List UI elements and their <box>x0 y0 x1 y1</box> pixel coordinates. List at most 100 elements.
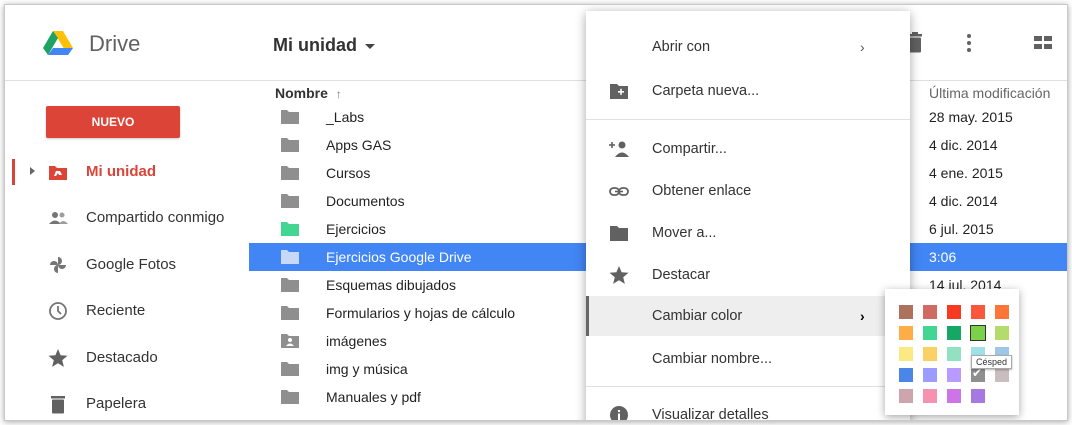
sidebar-item-label: Papelera <box>86 395 147 412</box>
link-icon <box>609 187 629 196</box>
menu-item-obtener-enlace[interactable]: Obtener enlace <box>586 171 910 211</box>
drive-logo-icon[interactable] <box>43 31 73 55</box>
people-icon <box>49 212 68 224</box>
file-name: Cursos <box>326 165 371 181</box>
folder-icon <box>610 226 628 241</box>
menu-item-label: Obtener enlace <box>652 183 752 199</box>
color-swatch[interactable] <box>899 326 913 340</box>
color-swatch[interactable] <box>923 326 937 340</box>
menu-item-mover[interactable]: Mover a... <box>586 213 910 253</box>
menu-item-carpeta-nueva[interactable]: Carpeta nueva... <box>586 71 910 111</box>
folder-icon <box>281 194 299 208</box>
color-swatch[interactable] <box>947 368 961 382</box>
menu-item-label: Mover a... <box>652 225 717 241</box>
color-swatch[interactable] <box>971 389 985 403</box>
color-swatch[interactable] <box>899 305 913 319</box>
color-swatch[interactable] <box>947 389 961 403</box>
add-person-icon <box>609 141 629 157</box>
sidebar-item-label: Google Fotos <box>86 256 177 273</box>
menu-item-label: Cambiar color <box>652 308 743 324</box>
menu-item-label: Destacar <box>652 267 711 283</box>
color-swatch[interactable] <box>899 368 913 382</box>
sidebar-item-label: Compartido conmigo <box>86 209 225 226</box>
drive-folder-icon <box>49 166 67 180</box>
file-name: _Labs <box>326 109 365 125</box>
sidebar-item-mi-unidad[interactable]: Mi unidad <box>5 153 245 189</box>
context-menu: Abrir con › Carpeta nueva... Compartir..… <box>586 11 910 421</box>
drive-window: Drive Mi unidad NUEVO Mi unidad Comparti… <box>4 4 1068 421</box>
file-name: Formularios y hojas de cálculo <box>326 305 516 321</box>
menu-item-compartir[interactable]: Compartir... <box>586 129 910 169</box>
color-swatch[interactable] <box>947 347 961 361</box>
image-folder-icon <box>281 334 299 348</box>
color-swatch[interactable] <box>995 326 1009 340</box>
grid-view-icon[interactable] <box>1029 29 1057 57</box>
color-swatch[interactable] <box>995 305 1009 319</box>
file-name: Manuales y pdf <box>326 389 421 405</box>
brand-name: Drive <box>89 31 141 56</box>
color-swatch[interactable] <box>947 305 961 319</box>
color-swatch[interactable] <box>899 347 913 361</box>
menu-item-label: Abrir con <box>652 39 711 55</box>
new-button[interactable]: NUEVO <box>46 106 180 138</box>
file-name: img y música <box>326 361 408 377</box>
expand-arrow-icon[interactable] <box>30 167 35 175</box>
folder-icon <box>281 306 299 320</box>
active-indicator <box>12 159 15 185</box>
clock-icon <box>49 302 67 320</box>
color-tooltip: Césped <box>971 355 1013 369</box>
color-swatch[interactable] <box>899 389 913 403</box>
submenu-arrow-icon: › <box>860 39 865 55</box>
new-folder-icon <box>610 84 628 99</box>
trash-icon <box>51 396 65 414</box>
color-swatch[interactable] <box>923 305 937 319</box>
sidebar-item-label: Reciente <box>86 302 146 319</box>
folder-icon <box>281 166 299 180</box>
file-date: 6 jul. 2015 <box>929 221 994 237</box>
menu-item-visualizar-detalles[interactable]: Visualizar detalles <box>586 395 910 421</box>
sidebar-item-compartido[interactable]: Compartido conmigo <box>5 199 245 235</box>
submenu-arrow-icon: › <box>860 308 865 324</box>
color-swatch[interactable] <box>995 368 1009 382</box>
menu-item-label: Carpeta nueva... <box>652 83 760 99</box>
file-date: 3:06 <box>929 249 957 265</box>
color-swatch[interactable] <box>923 368 937 382</box>
folder-icon <box>281 222 299 236</box>
sidebar-item-label: Mi unidad <box>86 163 156 180</box>
menu-item-abrir-con[interactable]: Abrir con › <box>586 27 910 67</box>
menu-item-destacar[interactable]: Destacar <box>586 255 910 295</box>
folder-icon <box>281 362 299 376</box>
breadcrumb[interactable]: Mi unidad <box>273 35 375 56</box>
star-icon <box>48 349 68 367</box>
folder-icon <box>281 390 299 404</box>
more-vert-icon[interactable] <box>955 29 983 57</box>
folder-icon <box>281 138 299 152</box>
sidebar-item-papelera[interactable]: Papelera <box>5 385 245 420</box>
folder-icon <box>281 110 299 124</box>
file-date: 4 dic. 2014 <box>929 137 998 153</box>
hover-indicator <box>586 296 589 336</box>
sidebar-item-destacado[interactable]: Destacado <box>5 339 245 375</box>
sidebar-item-google-fotos[interactable]: Google Fotos <box>5 246 245 282</box>
file-date: 4 ene. 2015 <box>929 165 1003 181</box>
file-name: Esquemas dibujados <box>326 277 456 293</box>
color-swatch[interactable]: ✔ <box>971 366 985 382</box>
menu-item-cambiar-nombre[interactable]: Cambiar nombre... <box>586 339 910 379</box>
column-header-label: Nombre <box>275 85 328 101</box>
color-swatch[interactable] <box>971 305 985 319</box>
star-icon <box>609 266 629 284</box>
color-palette: ✔ <box>885 289 1019 415</box>
menu-item-cambiar-color[interactable]: Cambiar color › <box>586 296 910 336</box>
color-swatch[interactable] <box>923 389 937 403</box>
color-swatch[interactable] <box>970 325 986 341</box>
color-swatch[interactable] <box>923 347 937 361</box>
file-name: Ejercicios <box>326 221 386 237</box>
menu-divider <box>586 386 910 387</box>
file-date: 28 may. 2015 <box>929 109 1013 125</box>
sidebar-item-reciente[interactable]: Reciente <box>5 292 245 328</box>
file-name: Documentos <box>326 193 405 209</box>
sidebar-item-label: Destacado <box>86 349 158 366</box>
menu-item-label: Visualizar detalles <box>652 407 769 421</box>
breadcrumb-label: Mi unidad <box>273 35 357 55</box>
color-swatch[interactable] <box>947 326 961 340</box>
